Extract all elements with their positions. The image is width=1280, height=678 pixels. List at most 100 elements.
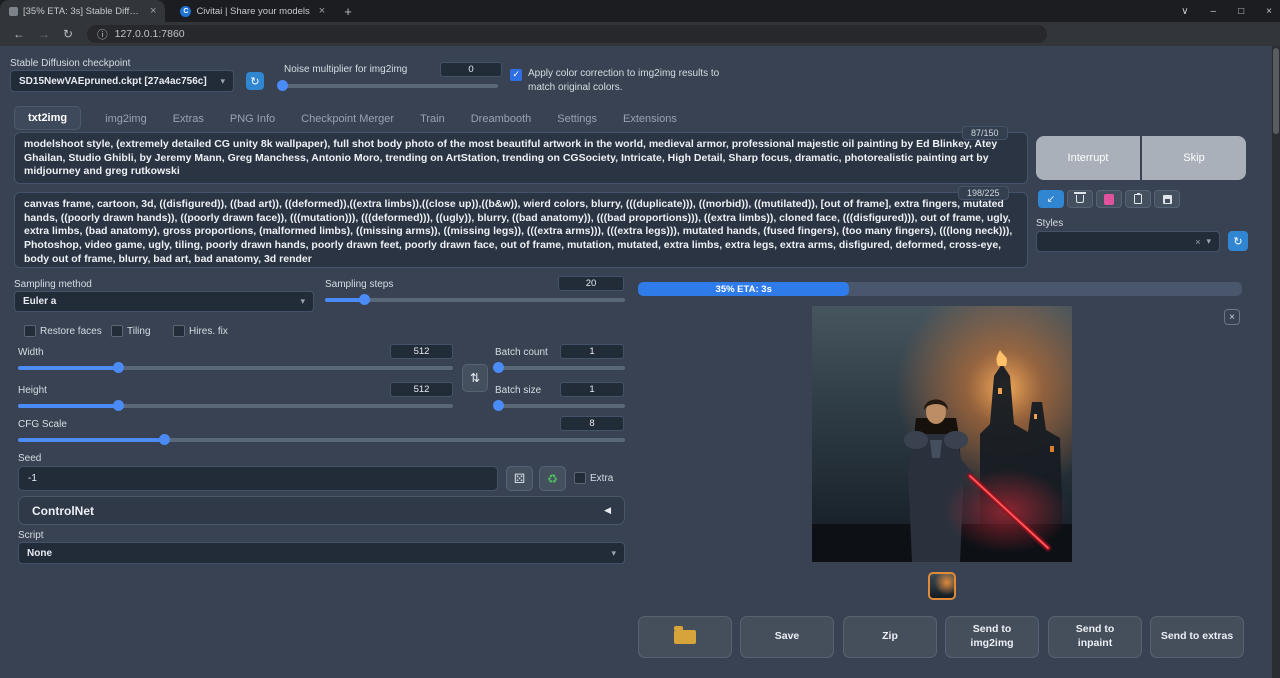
apply-style-button[interactable] xyxy=(1125,190,1151,208)
card-icon xyxy=(1104,194,1114,205)
script-value: None xyxy=(27,548,605,559)
browser-tab-stable-diffusion[interactable]: [35% ETA: 3s] Stable Diffusion × xyxy=(0,0,165,22)
swap-width-height-button[interactable]: ⇅ xyxy=(462,364,488,392)
tab-txt2img[interactable]: txt2img xyxy=(14,106,81,130)
slider-handle[interactable] xyxy=(159,434,170,445)
width-slider[interactable] xyxy=(18,366,453,370)
gallery-thumbnail-selected[interactable] xyxy=(928,572,956,600)
refresh-checkpoint-button[interactable]: ↻ xyxy=(246,72,264,90)
hires-fix-checkbox[interactable] xyxy=(173,325,185,337)
browser-tab-civitai[interactable]: C Civitai | Share your models × xyxy=(171,0,334,22)
forward-button[interactable]: → xyxy=(38,27,50,41)
interrupt-button[interactable]: Interrupt xyxy=(1036,136,1140,180)
slider-handle[interactable] xyxy=(359,294,370,305)
tab-img2img[interactable]: img2img xyxy=(103,108,149,130)
zip-button[interactable]: Zip xyxy=(843,616,937,658)
reuse-seed-recycle-button[interactable]: ♻ xyxy=(539,466,566,491)
tab-extras[interactable]: Extras xyxy=(171,108,206,130)
slider-handle[interactable] xyxy=(493,400,504,411)
controlnet-accordion[interactable]: ControlNet ◀ xyxy=(18,496,625,525)
tab-checkpoint-merger[interactable]: Checkpoint Merger xyxy=(299,108,396,130)
batch-count-value[interactable]: 1 xyxy=(560,344,624,359)
progress-fill: 35% ETA: 3s xyxy=(638,282,849,296)
color-correction-label: Apply color correction to img2img result… xyxy=(528,67,746,95)
slider-handle[interactable] xyxy=(113,362,124,373)
site-info-icon[interactable]: ⓘ xyxy=(97,27,108,42)
cfg-scale-label: CFG Scale xyxy=(18,419,67,430)
seed-label: Seed xyxy=(18,453,41,464)
sampling-method-dropdown[interactable]: Euler a ▾ xyxy=(14,291,314,312)
slider-handle[interactable] xyxy=(113,400,124,411)
height-label: Height xyxy=(18,385,47,396)
address-bar[interactable]: ⓘ 127.0.0.1:7860 xyxy=(87,25,1047,43)
random-seed-dice-button[interactable]: ⚄ xyxy=(506,466,533,491)
browser-scrollbar[interactable] xyxy=(1272,46,1280,678)
refresh-styles-button[interactable]: ↻ xyxy=(1228,231,1248,251)
back-button[interactable]: ← xyxy=(13,27,25,41)
save-style-button[interactable] xyxy=(1154,190,1180,208)
window-maximize-icon[interactable]: □ xyxy=(1238,6,1244,17)
noise-multiplier-value[interactable]: 0 xyxy=(440,62,502,77)
tab-close-icon[interactable]: × xyxy=(150,5,156,17)
generate-controls: Interrupt Skip xyxy=(1036,136,1246,180)
seed-input[interactable] xyxy=(18,466,498,491)
tiling-checkbox[interactable] xyxy=(111,325,123,337)
script-dropdown[interactable]: None ▾ xyxy=(18,542,625,564)
extra-seed-checkbox[interactable] xyxy=(574,472,586,484)
clear-prompt-button[interactable] xyxy=(1067,190,1093,208)
chevron-down-icon: ▾ xyxy=(1206,236,1211,247)
send-to-extras-button[interactable]: Send to extras xyxy=(1150,616,1244,658)
batch-size-slider[interactable] xyxy=(495,404,625,408)
color-correction-checkbox[interactable] xyxy=(510,69,522,81)
tab-close-icon[interactable]: × xyxy=(319,5,325,17)
prompt-input[interactable]: modelshoot style, (extremely detailed CG… xyxy=(14,132,1028,184)
clear-x-icon[interactable]: × xyxy=(1195,237,1200,247)
checkpoint-label: Stable Diffusion checkpoint xyxy=(10,58,130,69)
width-value[interactable]: 512 xyxy=(390,344,453,359)
width-label: Width xyxy=(18,347,44,358)
negative-token-counter: 198/225 xyxy=(958,186,1009,200)
sampling-steps-value[interactable]: 20 xyxy=(558,276,624,291)
scrollbar-thumb[interactable] xyxy=(1273,48,1279,134)
tab-settings[interactable]: Settings xyxy=(555,108,599,130)
civitai-favicon: C xyxy=(180,6,191,17)
batch-count-slider[interactable] xyxy=(495,366,625,370)
gallery-close-button[interactable]: × xyxy=(1224,309,1240,325)
skip-button[interactable]: Skip xyxy=(1142,136,1246,180)
height-value[interactable]: 512 xyxy=(390,382,453,397)
chevron-down-icon: ▾ xyxy=(220,76,225,87)
noise-multiplier-label: Noise multiplier for img2img xyxy=(284,64,407,75)
batch-size-value[interactable]: 1 xyxy=(560,382,624,397)
paste-generation-params-button[interactable]: ↙ xyxy=(1038,190,1064,208)
cfg-scale-value[interactable]: 8 xyxy=(560,416,624,431)
slider-handle[interactable] xyxy=(277,80,288,91)
negative-prompt-input[interactable]: canvas frame, cartoon, 3d, ((disfigured)… xyxy=(14,192,1028,268)
sampling-method-value: Euler a xyxy=(23,296,294,307)
cfg-scale-slider[interactable] xyxy=(18,438,625,442)
restore-faces-checkbox[interactable] xyxy=(24,325,36,337)
tab-dreambooth[interactable]: Dreambooth xyxy=(469,108,534,130)
send-to-img2img-button[interactable]: Send to img2img xyxy=(945,616,1039,658)
styles-dropdown[interactable]: × ▾ xyxy=(1036,231,1220,252)
reload-button[interactable]: ↻ xyxy=(63,27,73,41)
window-chevron-icon[interactable]: ∨ xyxy=(1181,6,1188,17)
tab-extensions[interactable]: Extensions xyxy=(621,108,679,130)
window-minimize-icon[interactable]: – xyxy=(1211,6,1217,17)
sampling-steps-slider[interactable] xyxy=(325,298,625,302)
new-tab-button[interactable]: + xyxy=(344,4,352,19)
generated-image-preview[interactable] xyxy=(812,306,1072,562)
slider-handle[interactable] xyxy=(493,362,504,373)
tab-png-info[interactable]: PNG Info xyxy=(228,108,277,130)
checkpoint-dropdown[interactable]: SD15NewVAEpruned.ckpt [27a4ac756c] ▾ xyxy=(10,70,234,92)
slider-fill xyxy=(18,366,118,370)
browser-navbar: ← → ↻ ⓘ 127.0.0.1:7860 ↗ ☆ ▦ ▤ ◧ ⋮ xyxy=(0,22,1280,46)
open-output-folder-button[interactable] xyxy=(638,616,732,658)
extra-networks-button[interactable] xyxy=(1096,190,1122,208)
save-button[interactable]: Save xyxy=(740,616,834,658)
tab-train[interactable]: Train xyxy=(418,108,447,130)
window-close-icon[interactable]: × xyxy=(1266,6,1272,17)
noise-multiplier-slider[interactable] xyxy=(280,84,498,88)
restore-faces-label: Restore faces xyxy=(40,326,102,337)
height-slider[interactable] xyxy=(18,404,453,408)
send-to-inpaint-button[interactable]: Send to inpaint xyxy=(1048,616,1142,658)
